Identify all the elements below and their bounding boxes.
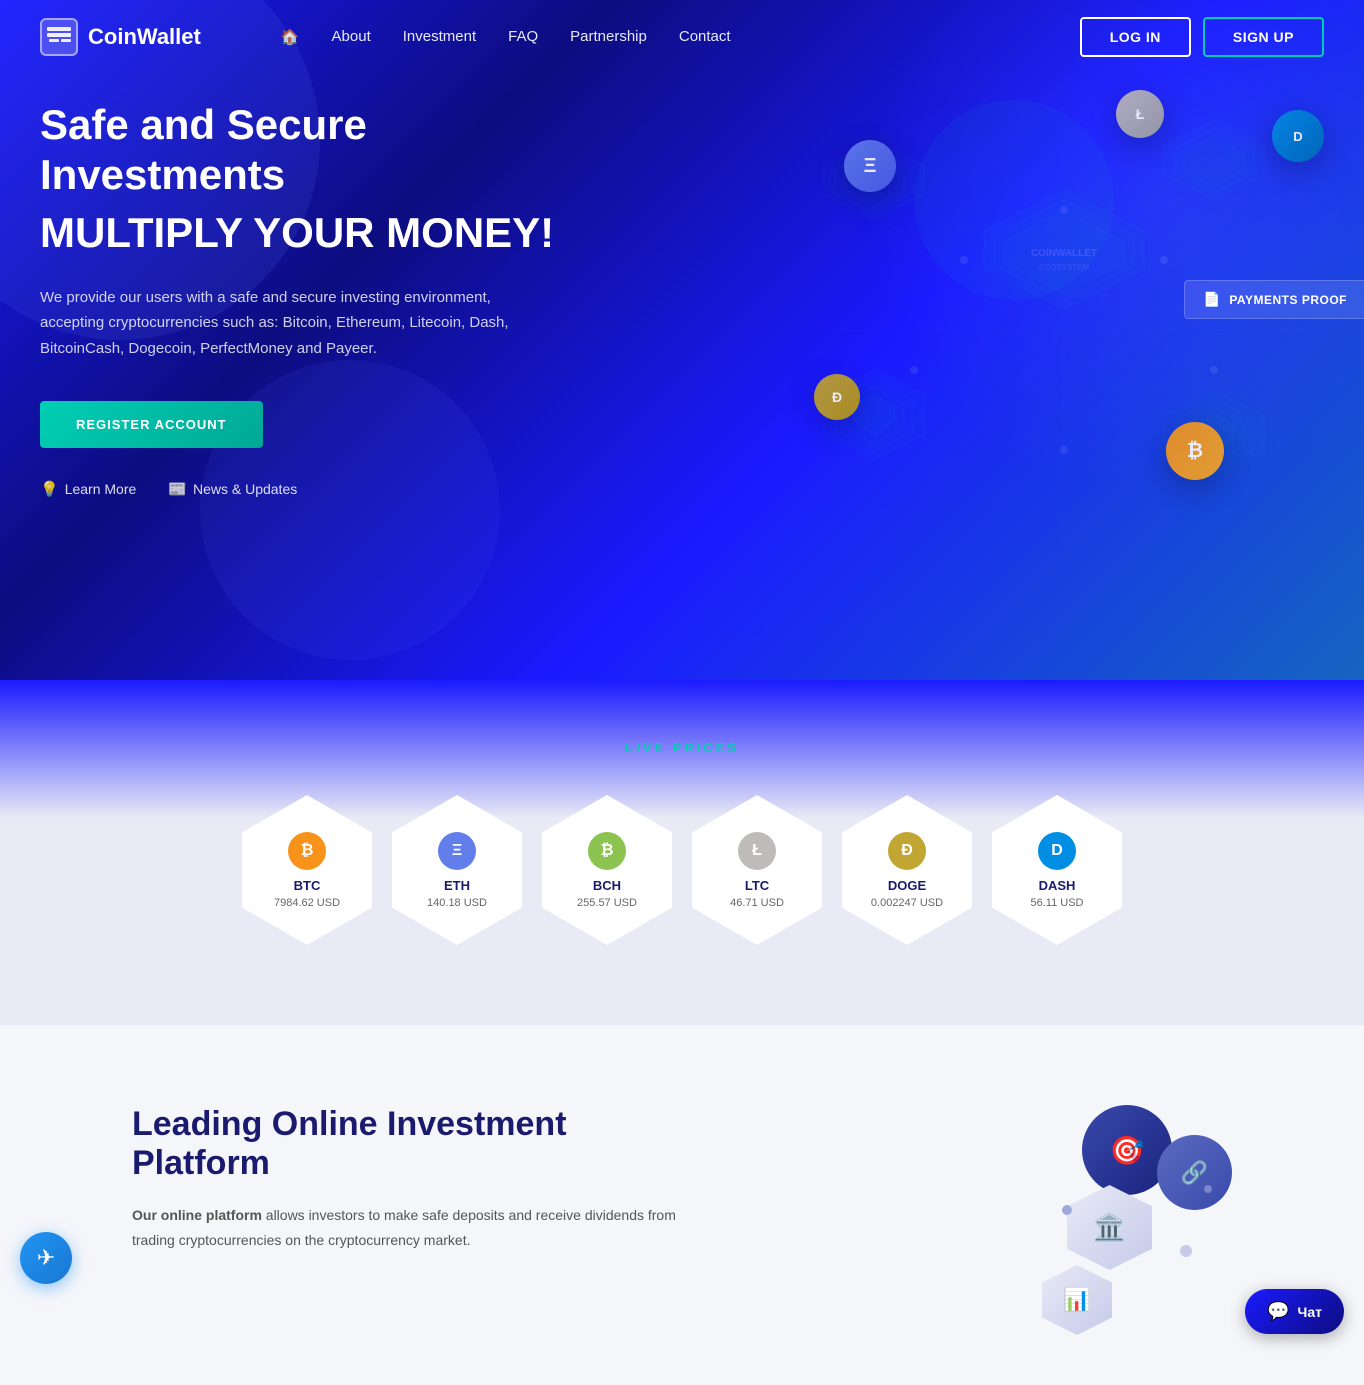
nav-links: 🏠 About Investment FAQ Partnership Conta… [281,28,731,47]
chat-button[interactable]: 💬 Чат [1245,1289,1344,1334]
nav-home[interactable]: 🏠 [281,29,300,46]
chat-icon: 💬 [1267,1301,1289,1322]
navigation: CoinWallet 🏠 About Investment FAQ Partne… [0,0,1364,74]
register-button[interactable]: REGISTER ACCOUNT [40,401,263,448]
price-card-doge: Ð DOGE 0.002247 USD [842,795,972,945]
price-card-btc: ₿ BTC 7984.62 USD [242,795,372,945]
coin-price: 56.11 USD [1031,897,1084,909]
coin-price: 46.71 USD [730,897,784,909]
hero-illustration: COINWALLET ECOSYSTEM [764,60,1364,600]
hero-title-line1: Safe and Secure Investments [40,100,620,201]
news-icon: 📰 [168,480,187,498]
coin-btc: ₿ [1166,422,1224,480]
chart-icon: 📊 [1042,1265,1112,1335]
about-illustration: 🎯 🔗 🏛️ 📊 [759,1105,1232,1325]
logo[interactable]: CoinWallet [40,18,201,56]
coin-ltc: Ł [1116,90,1164,138]
coin-symbol: LTC [745,878,769,893]
hero-content: Safe and Secure Investments MULTIPLY YOU… [40,100,620,498]
live-prices-section: LIVE PRICES ₿ BTC 7984.62 USD Ξ ETH 140.… [0,680,1364,1025]
coin-icon-doge: Ð [888,832,926,870]
coin-icon-bch: ₿ [588,832,626,870]
nav-partnership[interactable]: Partnership [570,28,647,45]
building-icon: 🏛️ [1067,1185,1152,1270]
nav-investment[interactable]: Investment [403,28,476,45]
price-card-ltc: Ł LTC 46.71 USD [692,795,822,945]
signup-button[interactable]: SIGN UP [1203,17,1324,57]
nav-contact[interactable]: Contact [679,28,731,45]
telegram-icon: ✈ [37,1245,55,1271]
hero-description: We provide our users with a safe and sec… [40,285,520,362]
logo-icon [40,18,78,56]
login-button[interactable]: LOG IN [1080,17,1191,57]
coin-symbol: DASH [1039,878,1076,893]
hero-title-line2: MULTIPLY YOUR MONEY! [40,209,620,257]
bulb-icon: 💡 [40,480,59,498]
coin-symbol: BTC [294,878,321,893]
news-updates-link[interactable]: 📰 News & Updates [168,480,297,498]
coin-price: 255.57 USD [577,897,637,909]
coin-icon-ltc: Ł [738,832,776,870]
coin-icon-eth: Ξ [438,832,476,870]
coin-price: 7984.62 USD [274,897,340,909]
price-card-dash: D DASH 56.11 USD [992,795,1122,945]
about-description: Our online platform allows investors to … [132,1203,699,1253]
about-section: Leading Online Investment Platform Our o… [0,1025,1364,1385]
live-prices-label: LIVE PRICES [40,740,1324,755]
price-card-bch: ₿ BCH 255.57 USD [542,795,672,945]
svg-text:COINWALLET: COINWALLET [1031,248,1097,259]
prices-grid: ₿ BTC 7984.62 USD Ξ ETH 140.18 USD ₿ BCH… [182,795,1182,945]
learn-more-link[interactable]: 💡 Learn More [40,480,136,498]
telegram-button[interactable]: ✈ [20,1232,72,1284]
coin-eth: Ξ [844,140,896,192]
coin-icon-btc: ₿ [288,832,326,870]
coin-icon-dash: D [1038,832,1076,870]
hero-links: 💡 Learn More 📰 News & Updates [40,480,620,498]
payments-proof-badge[interactable]: 📄 PAYMENTS PROOF [1184,280,1364,319]
nav-buttons: LOG IN SIGN UP [1080,17,1324,57]
hero-section: Safe and Secure Investments MULTIPLY YOU… [0,0,1364,680]
coin-symbol: DOGE [888,878,926,893]
coin-symbol: ETH [444,878,470,893]
coin-dash: D [1272,110,1324,162]
about-title: Leading Online Investment Platform [132,1105,699,1183]
about-text: Leading Online Investment Platform Our o… [132,1105,699,1253]
coin-price: 140.18 USD [427,897,487,909]
coin-price: 0.002247 USD [871,897,943,909]
nav-faq[interactable]: FAQ [508,28,538,45]
nav-about[interactable]: About [332,28,371,45]
price-card-eth: Ξ ETH 140.18 USD [392,795,522,945]
document-icon: 📄 [1203,291,1221,308]
network-icon: 🔗 [1157,1135,1232,1210]
svg-text:ECOSYSTEM: ECOSYSTEM [1039,263,1090,272]
coin-symbol: BCH [593,878,621,893]
coin-doge: Ð [814,374,860,420]
